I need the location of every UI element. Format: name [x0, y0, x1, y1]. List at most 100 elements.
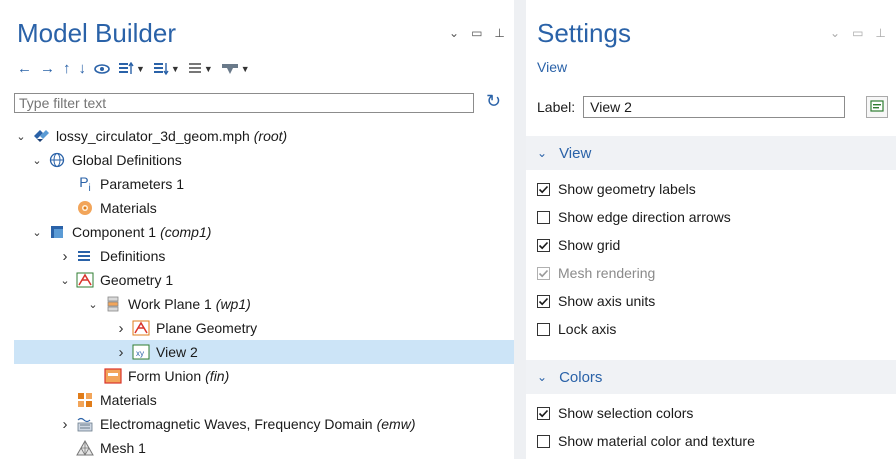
- checkbox-checked-icon[interactable]: [537, 294, 550, 308]
- tree-node[interactable]: Pi Parameters 1: [14, 172, 514, 196]
- model-builder-window-controls: ⌄ ▭ ⊥: [449, 26, 505, 40]
- geometry-icon: [76, 272, 94, 288]
- checkbox-option: Mesh rendering: [537, 265, 655, 281]
- maximize-icon[interactable]: ▭: [471, 26, 482, 40]
- tree-node[interactable]: Materials: [14, 196, 514, 220]
- chevron-right-icon[interactable]: ›: [114, 320, 128, 337]
- chevron-down-icon[interactable]: ⌄: [449, 26, 459, 40]
- list-view-icon[interactable]: ▼: [188, 62, 213, 76]
- checkbox-option[interactable]: Show geometry labels: [537, 181, 696, 197]
- maximize-icon[interactable]: ▭: [852, 26, 863, 40]
- tree-node[interactable]: Mesh 1: [14, 436, 514, 460]
- panel-splitter[interactable]: [514, 0, 526, 459]
- checkbox-option[interactable]: Show material color and texture: [537, 433, 755, 449]
- refresh-icon[interactable]: ↻: [486, 91, 501, 112]
- settings-title: Settings: [537, 18, 631, 48]
- definitions-icon: [76, 248, 94, 264]
- collapse-sections-icon[interactable]: ▼: [153, 62, 180, 76]
- checkbox-option[interactable]: Show axis units: [537, 293, 655, 309]
- checkbox-unchecked-icon[interactable]: [537, 210, 550, 224]
- chevron-down-icon: ▼: [170, 63, 180, 74]
- checkbox-unchecked-icon[interactable]: [537, 322, 550, 336]
- checkbox-checked-icon[interactable]: [537, 182, 550, 196]
- chevron-down-icon[interactable]: ⌄: [30, 154, 44, 167]
- settings-subtitle: View: [537, 59, 568, 75]
- tree-node[interactable]: › Plane Geometry: [14, 316, 514, 340]
- checkbox-unchecked-icon[interactable]: [537, 434, 550, 448]
- tree-node-label: Global Definitions: [72, 152, 182, 168]
- chevron-right-icon[interactable]: ›: [114, 344, 128, 361]
- label-input[interactable]: View 2: [583, 96, 846, 118]
- comment-icon: [870, 100, 884, 112]
- move-up-icon[interactable]: ↑: [63, 60, 71, 77]
- chevron-right-icon[interactable]: ›: [58, 248, 72, 265]
- move-down-icon[interactable]: ↓: [79, 60, 87, 77]
- label-edit-button[interactable]: [866, 96, 888, 118]
- chevron-down-icon[interactable]: ⌄: [30, 226, 44, 239]
- tree-node[interactable]: › xy View 2: [14, 340, 514, 364]
- tree-node[interactable]: Materials: [14, 388, 514, 412]
- chevron-down-icon[interactable]: ⌄: [14, 130, 28, 143]
- expand-sections-icon[interactable]: ▼: [118, 61, 145, 76]
- checkbox-checked-icon[interactable]: [537, 406, 550, 420]
- checkbox-checked-icon: [537, 266, 550, 280]
- checkbox-label: Show geometry labels: [558, 181, 696, 197]
- back-arrow-icon[interactable]: ←: [17, 60, 32, 77]
- settings-window-controls: ⌄ ▭ ⊥: [830, 26, 886, 40]
- checkbox-label: Show axis units: [558, 293, 656, 309]
- checkbox-label: Show grid: [558, 237, 621, 253]
- checkbox-option[interactable]: Show selection colors: [537, 405, 693, 421]
- tree-node-label: Mesh 1: [100, 440, 146, 456]
- checkbox-checked-icon[interactable]: [537, 238, 550, 252]
- checkbox-option[interactable]: Show edge direction arrows: [537, 209, 731, 225]
- tree-node-label: lossy_circulator_3d_geom.mph: [56, 128, 250, 144]
- tree-node[interactable]: ⌄ Global Definitions: [14, 148, 514, 172]
- tree-node-label: View 2: [156, 344, 198, 360]
- tree-node[interactable]: ⌄ Work Plane 1 (wp1): [14, 292, 514, 316]
- chevron-down-icon: ▼: [136, 63, 145, 74]
- tree-node-label: Materials: [100, 200, 157, 216]
- tree-node[interactable]: ⌄ Geometry 1: [14, 268, 514, 292]
- globe-icon: [48, 152, 66, 168]
- tree-node-label: Work Plane 1: [128, 296, 212, 312]
- checkbox-option[interactable]: Show grid: [537, 237, 620, 253]
- tree-node[interactable]: Form Union (fin): [14, 364, 514, 388]
- settings-panel: Settings ⌄ ▭ ⊥ View Label: View 2 ⌄ View…: [526, 0, 896, 459]
- view-section-header[interactable]: ⌄ View: [526, 136, 896, 170]
- tree-node-label: Materials: [100, 392, 157, 408]
- view-section-title: View: [559, 144, 592, 162]
- chevron-down-icon: ▼: [240, 63, 250, 74]
- chevron-down-icon: ⌄: [537, 370, 548, 384]
- tree-node[interactable]: › Definitions: [14, 244, 514, 268]
- parameters-icon: Pi: [79, 174, 91, 194]
- tree-node-tag: (root): [253, 128, 288, 144]
- checkbox-label: Show selection colors: [558, 405, 694, 421]
- checkbox-label: Show material color and texture: [558, 433, 755, 449]
- pin-icon[interactable]: ⊥: [875, 26, 885, 40]
- chevron-right-icon[interactable]: ›: [58, 416, 72, 433]
- tree-node-label: Geometry 1: [100, 272, 174, 288]
- colors-section-header[interactable]: ⌄ Colors: [526, 360, 896, 394]
- tree-node[interactable]: ⌄ Component 1 (comp1): [14, 220, 514, 244]
- chevron-down-icon[interactable]: ⌄: [86, 298, 100, 311]
- chevron-down-icon[interactable]: ⌄: [830, 26, 840, 40]
- funnel-filter-icon[interactable]: ▼: [221, 62, 250, 76]
- pin-icon[interactable]: ⊥: [494, 26, 504, 40]
- tree-node[interactable]: ⌄ lossy_circulator_3d_geom.mph (root): [14, 124, 514, 148]
- checkbox-label: Lock axis: [558, 321, 617, 337]
- checkbox-label: Mesh rendering: [558, 265, 656, 281]
- tree-node-label: Plane Geometry: [156, 320, 258, 336]
- view-icon: xy: [132, 344, 150, 360]
- forward-arrow-icon[interactable]: →: [40, 60, 55, 77]
- model-builder-panel: Model Builder ⌄ ▭ ⊥ ← → ↑ ↓ ▼ ▼ ▼ ▼ ↻ ⌄ l…: [0, 0, 514, 459]
- tree-node-label: Component 1: [72, 224, 157, 240]
- checkbox-option[interactable]: Lock axis: [537, 321, 616, 337]
- filter-text-input[interactable]: [14, 93, 474, 113]
- materials-icon: [76, 200, 94, 216]
- tree-node-tag: (comp1): [160, 224, 212, 240]
- chevron-down-icon[interactable]: ⌄: [58, 274, 72, 287]
- mesh-icon: [76, 440, 94, 456]
- show-more-options-icon[interactable]: [94, 63, 110, 75]
- tree-node[interactable]: › Electromagnetic Waves, Frequency Domain…: [14, 412, 514, 436]
- plane-geometry-icon: [132, 320, 150, 336]
